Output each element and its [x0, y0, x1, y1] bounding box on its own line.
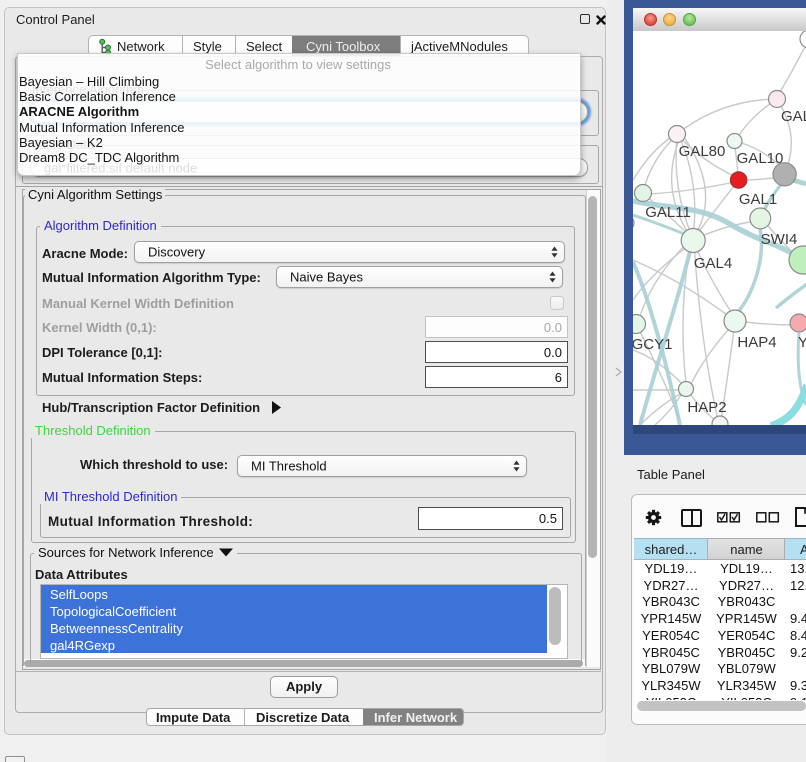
svg-text:GAL1: GAL1: [739, 191, 777, 208]
svg-text:GAL7: GAL7: [781, 108, 806, 125]
svg-text:HAP4: HAP4: [737, 334, 776, 351]
svg-text:YD: YD: [798, 334, 806, 351]
svg-text:GAL10: GAL10: [737, 150, 784, 167]
svg-text:HAP2: HAP2: [687, 399, 726, 416]
svg-text:SWI4: SWI4: [761, 231, 798, 248]
svg-text:GAL4: GAL4: [694, 255, 732, 272]
svg-text:GAL11: GAL11: [645, 204, 691, 221]
svg-text:GCY1: GCY1: [633, 336, 672, 353]
svg-text:GAL80: GAL80: [679, 143, 726, 160]
